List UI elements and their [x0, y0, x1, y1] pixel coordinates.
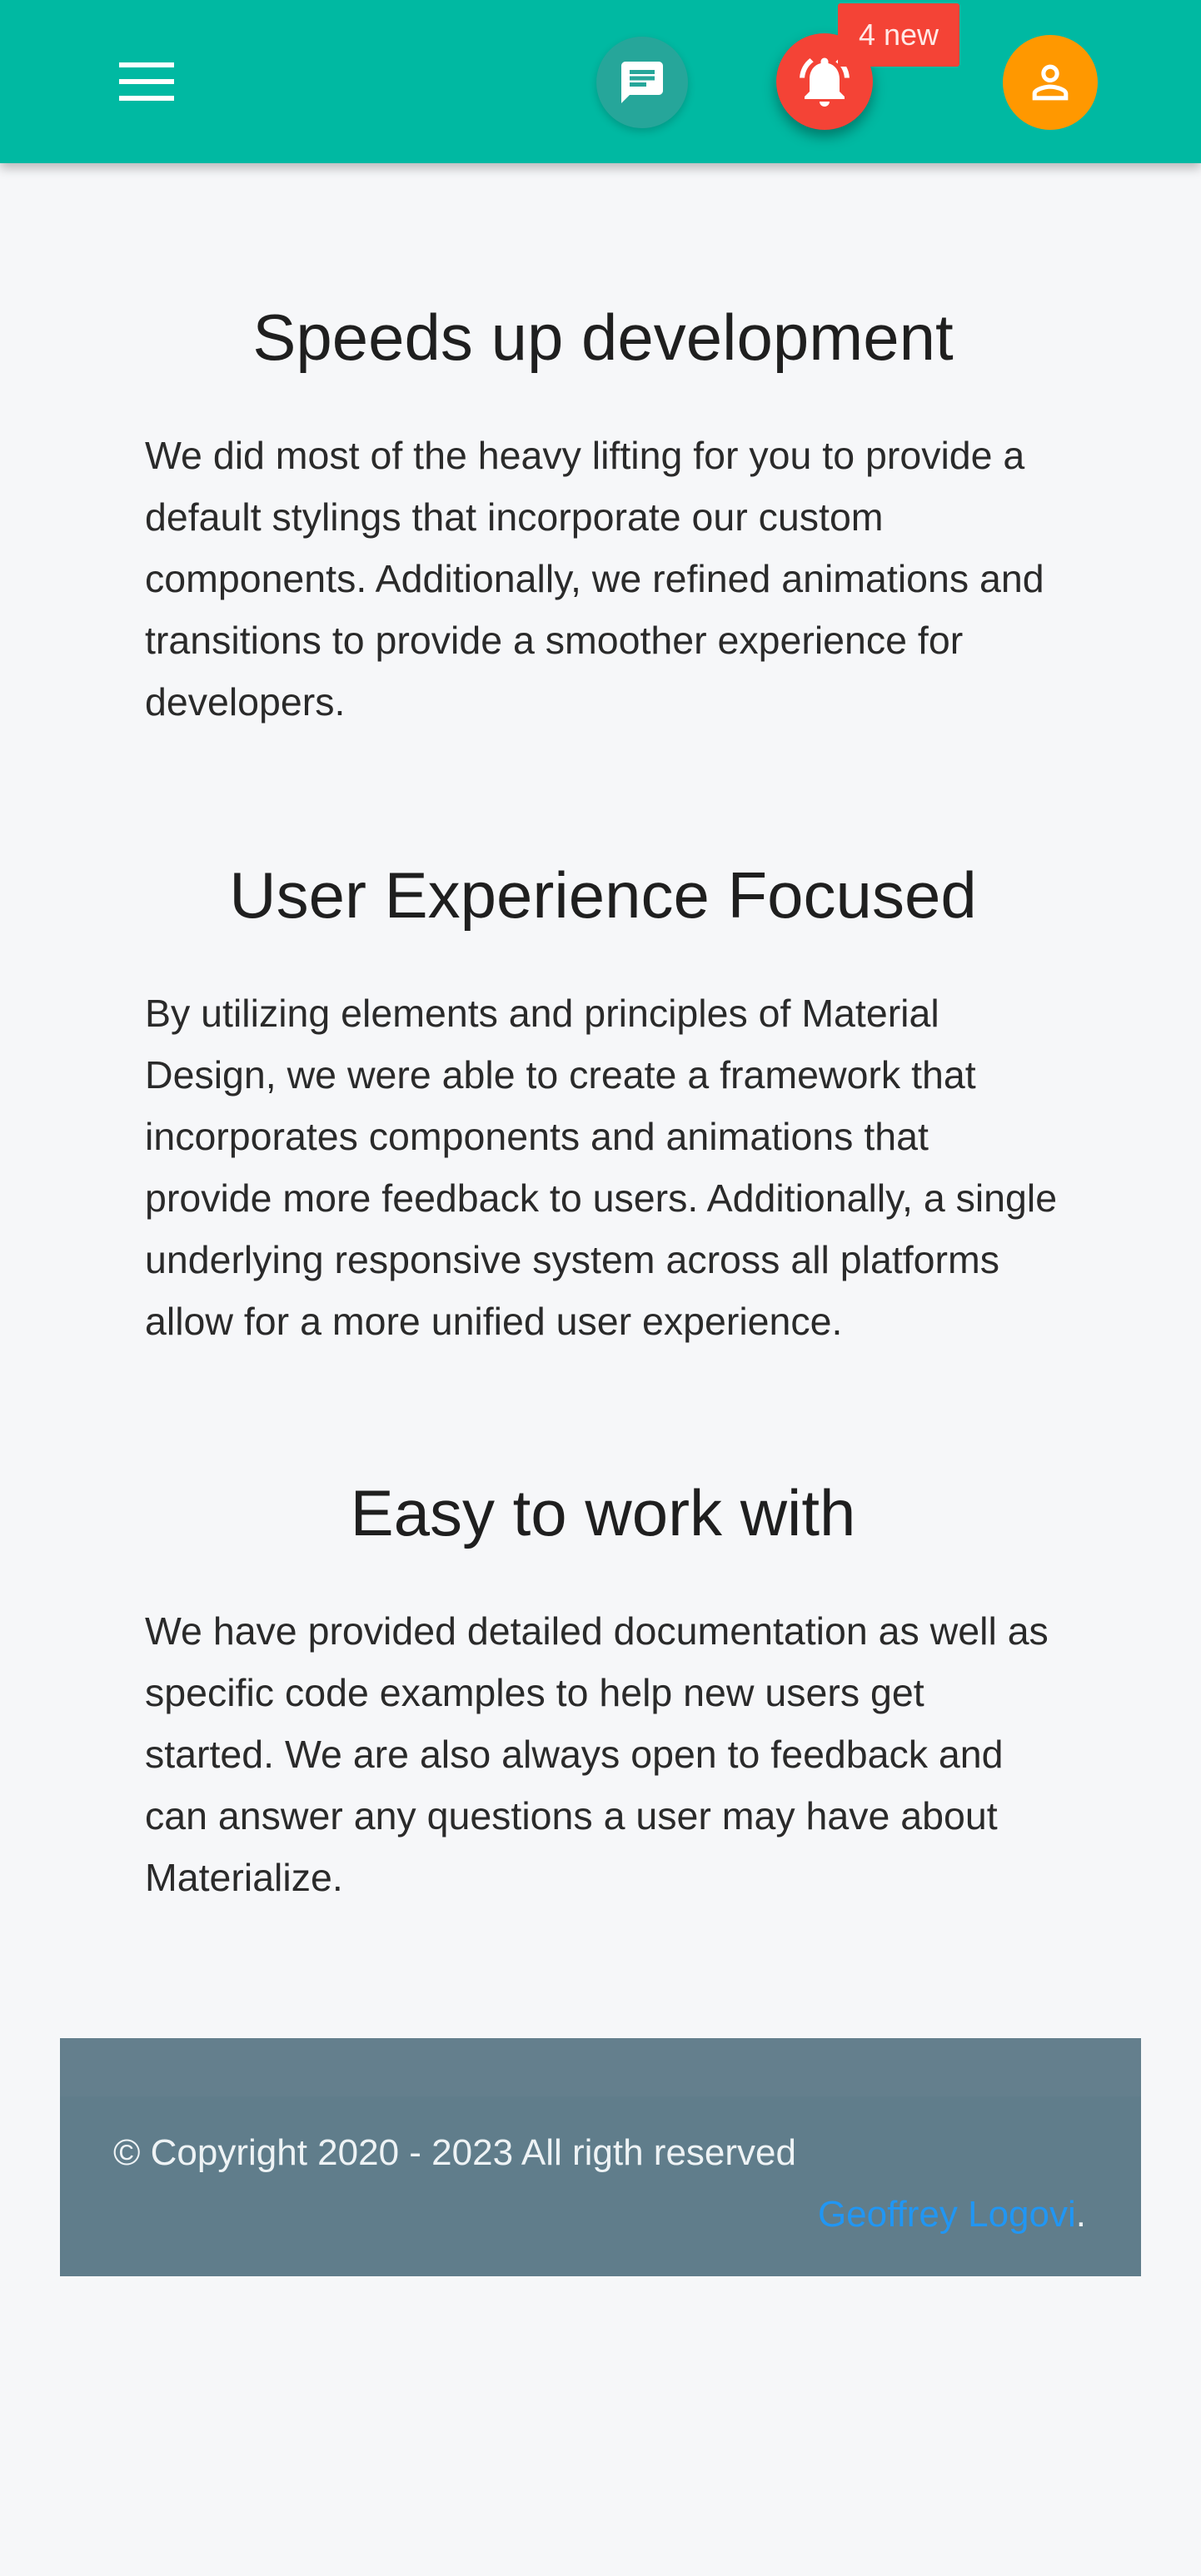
page-footer: © Copyright 2020 - 2023 All rigth reserv… — [60, 2038, 1141, 2276]
menu-button[interactable] — [112, 52, 182, 112]
footer-author: Geoffrey Logovi. — [818, 2191, 1086, 2238]
section-body: We have provided detailed documentation … — [145, 1609, 1049, 1899]
feature-section-user-experience: User Experience Focused By utilizing ele… — [145, 858, 1061, 1352]
section-body: By utilizing elements and principles of … — [145, 992, 1058, 1343]
feature-section-development: Speeds up development We did most of the… — [145, 300, 1061, 733]
footer-top-band — [60, 2038, 1141, 2096]
section-title: Easy to work with — [350, 1476, 856, 1549]
author-suffix: . — [1075, 2194, 1086, 2235]
hamburger-menu-icon — [119, 62, 174, 101]
feature-section-easy-to-work-with: Easy to work with We have provided detai… — [145, 1475, 1061, 1908]
section-title: Speeds up development — [252, 301, 954, 374]
chat-button[interactable] — [596, 37, 688, 128]
author-link[interactable]: Geoffrey Logovi — [818, 2194, 1076, 2235]
chat-message-icon — [621, 62, 663, 103]
section-title: User Experience Focused — [229, 858, 977, 932]
top-navbar: 4 new — [0, 0, 1201, 163]
user-account-button[interactable] — [1003, 35, 1098, 130]
user-account-icon — [1032, 64, 1069, 101]
footer-copyright: © Copyright 2020 - 2023 All rigth reserv… — [113, 2132, 796, 2173]
notification-badge: 4 new — [838, 3, 959, 67]
section-body: We did most of the heavy lifting for you… — [145, 434, 1044, 724]
